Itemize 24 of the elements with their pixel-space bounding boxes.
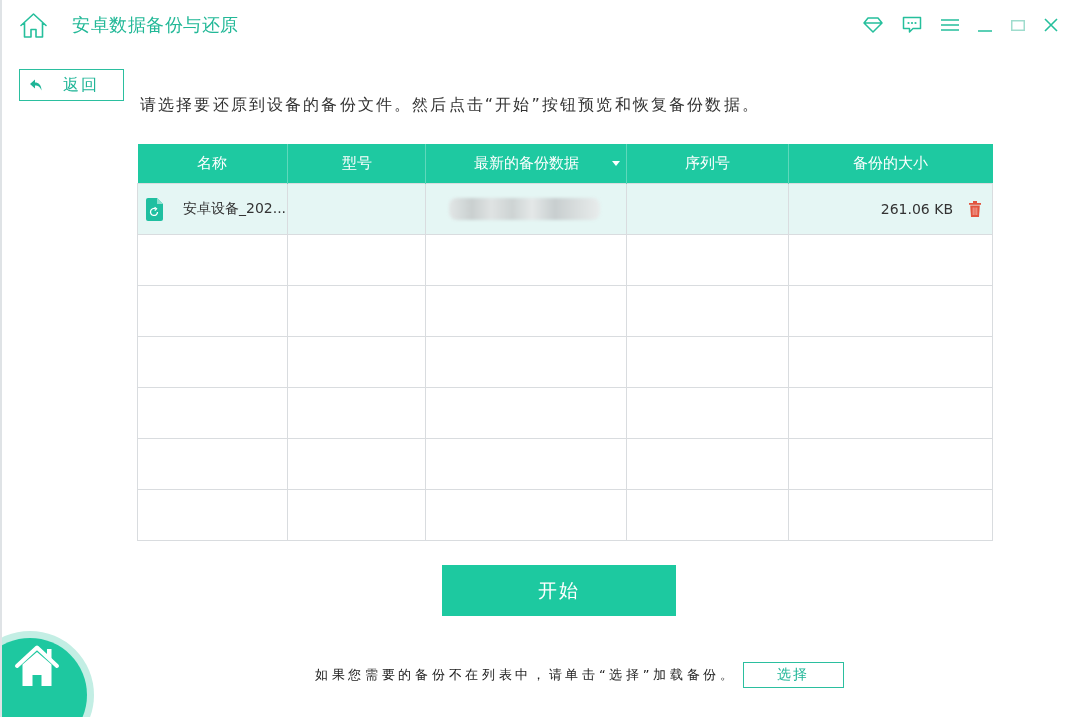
close-icon[interactable] (1044, 18, 1058, 32)
start-button[interactable]: 开始 (442, 565, 676, 616)
column-header[interactable]: 名称 (137, 144, 288, 184)
window-title: 安卓数据备份与还原 (72, 13, 239, 37)
column-header[interactable]: 备份的大小 (788, 144, 993, 184)
home-icon[interactable] (20, 12, 47, 38)
column-header[interactable]: 序列号 (626, 144, 789, 184)
backup-size: 261.06 KB (880, 201, 953, 217)
table-row[interactable]: 安卓设备_202... 261.06 KB (137, 183, 993, 235)
back-button[interactable]: 返回 (19, 69, 124, 101)
chat-icon[interactable] (902, 16, 922, 34)
maximize-icon[interactable] (1011, 19, 1025, 31)
trash-icon[interactable] (969, 201, 981, 217)
home-icon (15, 645, 59, 686)
hint-text: 如果您需要的备份不在列表中，请单击“选择”加载备份。 (315, 666, 737, 684)
file-name: 安卓设备_202... (183, 200, 287, 218)
diamond-icon[interactable] (863, 17, 883, 33)
file-icon (146, 197, 163, 221)
instruction-text: 请选择要还原到设备的备份文件。然后点击“开始”按钮预览和恢复备份数据。 (140, 95, 760, 115)
back-arrow-icon (30, 79, 42, 91)
menu-icon[interactable] (941, 19, 959, 31)
select-button[interactable]: 选择 (742, 662, 844, 688)
column-header[interactable]: 型号 (287, 144, 426, 184)
column-header[interactable]: 最新的备份数据 (425, 144, 627, 184)
